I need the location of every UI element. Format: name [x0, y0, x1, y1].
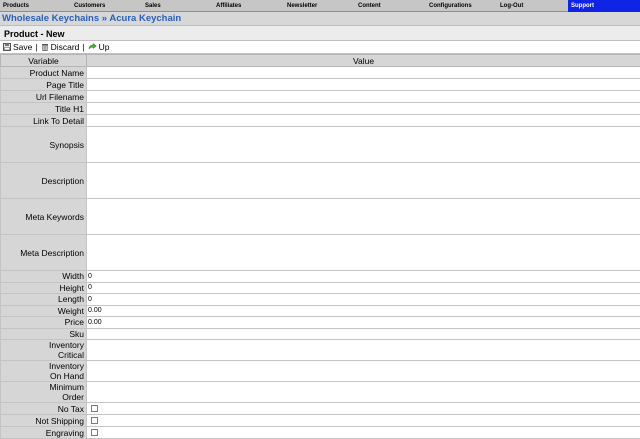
weight-input[interactable]: 0.00 — [86, 304, 640, 317]
table-row: Product Name — [0, 66, 640, 79]
field-label: No Tax — [0, 402, 87, 415]
breadcrumb: Wholesale Keychains » Acura Keychain — [0, 12, 640, 26]
field-label: Title H1 — [0, 102, 87, 115]
nav-newsletter[interactable]: Newsletter — [284, 0, 355, 12]
nav-affiliates[interactable]: Affiliates — [213, 0, 284, 12]
nav-customers[interactable]: Customers — [71, 0, 142, 12]
breadcrumb-acura-keychain[interactable]: Acura Keychain — [109, 13, 181, 24]
table-row: Inventory On Hand — [0, 360, 640, 382]
table-row: Engraving — [0, 426, 640, 439]
save-icon — [3, 43, 11, 51]
field-label: Link To Detail — [0, 114, 87, 127]
table-row: Width 0 — [0, 270, 640, 283]
nav-configurations[interactable]: Configurations — [426, 0, 497, 12]
field-label: Meta Keywords — [0, 198, 87, 235]
length-input[interactable]: 0 — [86, 293, 640, 306]
column-header-variable: Variable — [0, 54, 87, 67]
table-row: Inventory Critical — [0, 339, 640, 361]
discard-button[interactable]: Discard — [41, 41, 80, 54]
page-title: Product - New — [0, 26, 640, 41]
table-row: Description — [0, 162, 640, 199]
toolbar-separator: | — [82, 41, 85, 52]
page-title-input[interactable] — [86, 78, 640, 91]
width-input[interactable]: 0 — [86, 270, 640, 283]
inventory-critical-input[interactable] — [86, 339, 640, 361]
nav-sales[interactable]: Sales — [142, 0, 213, 12]
product-name-input[interactable] — [86, 66, 640, 79]
toolbar-separator: | — [35, 41, 38, 52]
field-label: Sku — [0, 327, 87, 340]
price-input[interactable]: 0.00 — [86, 316, 640, 329]
table-row: Synopsis — [0, 126, 640, 163]
nav-log-out[interactable]: Log-Out — [497, 0, 568, 12]
no-tax-checkbox[interactable] — [91, 405, 98, 412]
link-to-detail-input[interactable] — [86, 114, 640, 127]
url-filename-input[interactable] — [86, 90, 640, 103]
field-label: Inventory On Hand — [0, 360, 87, 382]
title-h1-input[interactable] — [86, 102, 640, 115]
field-label: Not Shipping — [0, 414, 87, 427]
table-row: Length 0 — [0, 293, 640, 306]
trash-icon — [41, 44, 48, 51]
table-row: Minimum Order — [0, 381, 640, 403]
engraving-checkbox[interactable] — [91, 429, 98, 436]
nav-support[interactable]: Support — [568, 0, 640, 12]
table-row: Meta Keywords — [0, 198, 640, 235]
table-row: Weight 0.00 — [0, 304, 640, 317]
meta-description-textarea[interactable] — [86, 234, 640, 271]
field-label: Product Name — [0, 66, 87, 79]
table-row: Title H1 — [0, 102, 640, 115]
inventory-on-hand-input[interactable] — [86, 360, 640, 382]
product-form-table: Variable Value Product Name Page Title U… — [0, 54, 640, 439]
table-row: Height 0 — [0, 281, 640, 294]
height-input[interactable]: 0 — [86, 281, 640, 294]
field-label: Weight — [0, 304, 87, 317]
table-row: Page Title — [0, 78, 640, 91]
field-label: Height — [0, 281, 87, 294]
field-label: Minimum Order — [0, 381, 87, 403]
table-row: No Tax — [0, 402, 640, 415]
save-label: Save — [13, 41, 33, 52]
save-button[interactable]: Save — [3, 41, 32, 54]
field-label: Page Title — [0, 78, 87, 91]
breadcrumb-wholesale-keychains[interactable]: Wholesale Keychains — [2, 13, 99, 24]
minimum-order-input[interactable] — [86, 381, 640, 403]
field-label: Inventory Critical — [0, 339, 87, 361]
field-label: Engraving — [0, 426, 87, 439]
field-label: Price — [0, 316, 87, 329]
toolbar: Save | Discard | Up — [0, 41, 640, 54]
up-arrow-icon — [88, 43, 97, 50]
column-header-value: Value — [86, 54, 640, 67]
field-label: Width — [0, 270, 87, 283]
up-button[interactable]: Up — [88, 41, 110, 54]
table-row: Sku — [0, 327, 640, 340]
table-row: Link To Detail — [0, 114, 640, 127]
table-row: Meta Description — [0, 234, 640, 271]
nav-products[interactable]: Products — [0, 0, 71, 12]
field-label: Description — [0, 162, 87, 199]
sku-input[interactable] — [86, 327, 640, 340]
table-row: Not Shipping — [0, 414, 640, 427]
field-label: Synopsis — [0, 126, 87, 163]
discard-label: Discard — [50, 41, 80, 52]
top-nav: Products Customers Sales Affiliates News… — [0, 0, 640, 12]
field-label: Meta Description — [0, 234, 87, 271]
breadcrumb-separator: » — [101, 13, 108, 24]
field-label: Url Filename — [0, 90, 87, 103]
up-label: Up — [98, 41, 110, 52]
synopsis-textarea[interactable] — [86, 126, 640, 163]
table-row: Price 0.00 — [0, 316, 640, 329]
field-label: Length — [0, 293, 87, 306]
not-shipping-checkbox[interactable] — [91, 417, 98, 424]
meta-keywords-textarea[interactable] — [86, 198, 640, 235]
table-row: Url Filename — [0, 90, 640, 103]
table-header-row: Variable Value — [0, 54, 640, 67]
nav-content[interactable]: Content — [355, 0, 426, 12]
description-textarea[interactable] — [86, 162, 640, 199]
